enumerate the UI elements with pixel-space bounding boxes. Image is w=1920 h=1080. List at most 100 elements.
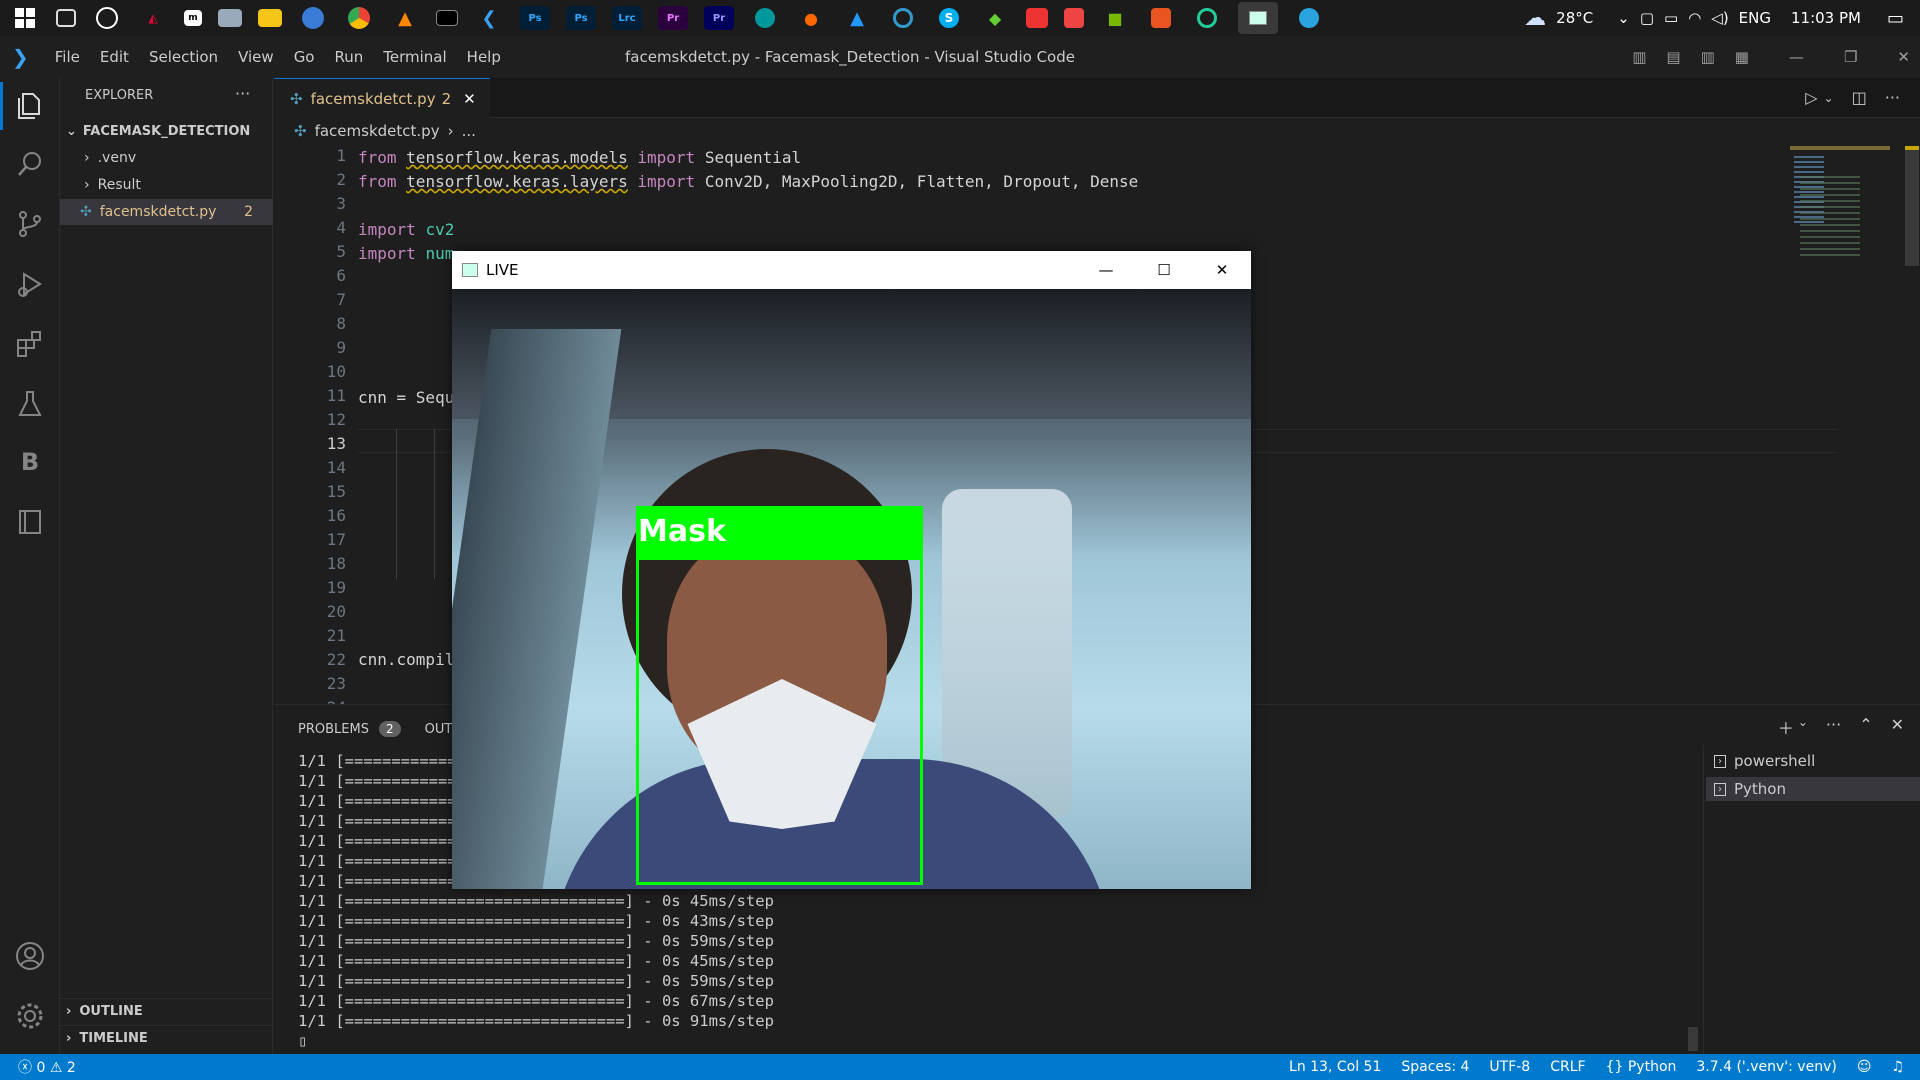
timeline-section[interactable]: › TIMELINE [60, 1025, 273, 1051]
premiere-icon-2[interactable]: Pr [704, 6, 734, 30]
menu-file[interactable]: File [45, 48, 90, 66]
windows-start-icon[interactable] [10, 6, 40, 30]
minimap[interactable] [1790, 146, 1890, 266]
explorer-more-button[interactable]: ··· [235, 84, 250, 103]
split-editor-icon[interactable]: ◫ [1852, 88, 1867, 107]
tab-output[interactable]: OUT [425, 722, 453, 737]
customize-layout-icon[interactable]: ▦ [1735, 48, 1749, 66]
extensions-icon[interactable] [14, 328, 46, 360]
live-minimize-icon[interactable]: — [1077, 261, 1135, 279]
weather-icon[interactable]: ☁ [1524, 6, 1546, 31]
media-player-icon[interactable] [92, 6, 122, 30]
problems-status[interactable]: ⓧ 0 ⚠ 2 [8, 1057, 86, 1077]
close-window-icon[interactable]: ✕ [1897, 48, 1910, 66]
terminal-list-item-powershell[interactable]: › powershell [1706, 749, 1920, 773]
tray-device-icon[interactable]: ▢ [1640, 9, 1654, 27]
volume-icon[interactable]: ◁) [1711, 9, 1728, 27]
cursor-position[interactable]: Ln 13, Col 51 [1279, 1059, 1391, 1075]
vscode-taskbar-icon[interactable]: ❮ [474, 6, 504, 30]
photoshop-icon[interactable]: Ps [520, 6, 550, 30]
terminal-scrollbar[interactable] [1688, 1027, 1698, 1051]
tree-item-facemskdetct[interactable]: ✣ facemskdetct.py 2 [60, 199, 273, 225]
restore-window-icon[interactable]: ❐ [1844, 48, 1857, 66]
skype-icon[interactable]: S [934, 6, 964, 30]
breadcrumb-more[interactable]: ... [462, 122, 476, 140]
workspace-folder[interactable]: ⌄ FACEMASK_DETECTION [60, 118, 273, 144]
weather-temp[interactable]: 28°C [1556, 9, 1593, 27]
close-tab-icon[interactable]: ✕ [463, 90, 476, 108]
anydesk-icon[interactable] [1026, 8, 1048, 28]
toggle-primary-sidebar-icon[interactable]: ▥ [1632, 48, 1646, 66]
live-window-taskbar-icon[interactable] [1238, 2, 1278, 34]
code-line-2[interactable]: from tensorflow.keras.layers import Conv… [358, 170, 1138, 194]
lightroom-icon[interactable]: Lrc [612, 6, 642, 30]
editor-more-actions-icon[interactable]: ··· [1885, 88, 1900, 107]
photos-icon[interactable] [218, 9, 242, 27]
language-mode[interactable]: {} Python [1596, 1059, 1687, 1075]
search-icon[interactable] [14, 148, 46, 180]
feedback-icon[interactable]: ☺ [1847, 1059, 1882, 1075]
menu-view[interactable]: View [228, 48, 284, 66]
accounts-icon[interactable] [14, 940, 46, 972]
code-line-11[interactable]: cnn = Sequ [358, 386, 454, 410]
menu-help[interactable]: Help [457, 48, 511, 66]
run-file-icon[interactable]: ▷ [1805, 88, 1817, 107]
tab-facemskdetct[interactable]: ✣ facemskdetct.py 2 ✕ [274, 78, 490, 118]
live-close-icon[interactable]: ✕ [1193, 261, 1251, 279]
menu-selection[interactable]: Selection [139, 48, 228, 66]
toggle-panel-icon[interactable]: ▤ [1666, 48, 1680, 66]
app-green-circle-icon[interactable] [1192, 6, 1222, 30]
app-terminal-icon[interactable]: m [184, 10, 202, 26]
arduino-icon[interactable] [750, 6, 780, 30]
clock[interactable]: 11:03 PM [1791, 9, 1861, 27]
terminal-window-icon[interactable] [436, 10, 458, 26]
notebook-icon[interactable] [14, 506, 46, 538]
app-leaf-icon[interactable]: ◆ [980, 6, 1010, 30]
testing-flask-icon[interactable] [14, 388, 46, 420]
code-line-4[interactable]: import cv2 [358, 218, 454, 242]
panel-more-icon[interactable]: ··· [1826, 715, 1841, 739]
explorer-icon[interactable] [14, 90, 46, 122]
notifications-bell-icon[interactable]: ♫ [1881, 1059, 1914, 1075]
app-blue-triangle-icon[interactable]: ▲ [842, 6, 872, 30]
menu-go[interactable]: Go [284, 48, 325, 66]
code-line-1[interactable]: from tensorflow.keras.models import Sequ… [358, 146, 801, 170]
microphone-icon[interactable]: ● [796, 6, 826, 30]
live-maximize-icon[interactable]: ☐ [1135, 261, 1193, 279]
python-interpreter[interactable]: 3.7.4 ('.venv': venv) [1686, 1059, 1846, 1075]
firefox-icon[interactable] [298, 6, 328, 30]
source-control-icon[interactable] [14, 208, 46, 240]
menu-edit[interactable]: Edit [90, 48, 139, 66]
photoshop-icon-2[interactable]: Ps [566, 6, 596, 30]
minimize-window-icon[interactable]: — [1789, 48, 1804, 66]
indentation[interactable]: Spaces: 4 [1391, 1059, 1479, 1075]
breadcrumb-file[interactable]: facemskdetct.py [315, 122, 440, 140]
ubuntu-icon[interactable] [1146, 6, 1176, 30]
menu-run[interactable]: Run [325, 48, 374, 66]
battery-icon[interactable]: ▭ [1664, 9, 1678, 27]
menu-terminal[interactable]: Terminal [373, 48, 456, 66]
terminal-list-item-python[interactable]: › Python [1706, 777, 1920, 801]
run-debug-icon[interactable] [14, 268, 46, 300]
run-dropdown-chevron-icon[interactable]: ⌄ [1824, 91, 1834, 105]
terminal-cursor[interactable]: ▯ [298, 1031, 307, 1051]
edge-icon[interactable] [888, 6, 918, 30]
nvidia-icon[interactable]: ■ [1100, 6, 1130, 30]
code-line-22[interactable]: cnn.compil [358, 648, 454, 672]
wifi-icon[interactable]: ◠ [1688, 9, 1701, 27]
language-indicator[interactable]: ENG [1739, 9, 1771, 27]
chrome-icon[interactable] [344, 6, 374, 30]
tree-item-venv[interactable]: › .venv [60, 145, 273, 171]
telegram-icon[interactable] [1294, 6, 1324, 30]
task-view-icon[interactable] [56, 9, 76, 27]
tray-chevron-icon[interactable]: ⌄ [1617, 9, 1630, 27]
toggle-secondary-sidebar-icon[interactable]: ▥ [1701, 48, 1715, 66]
b-extension-icon[interactable]: B [14, 448, 46, 480]
file-explorer-icon[interactable] [258, 9, 282, 27]
tab-problems[interactable]: PROBLEMS [298, 722, 369, 737]
vlc-icon[interactable]: ▲ [390, 6, 420, 30]
live-window[interactable]: LIVE — ☐ ✕ Mask [452, 251, 1251, 889]
encoding[interactable]: UTF-8 [1479, 1059, 1540, 1075]
editor-scrollbar[interactable] [1905, 146, 1919, 266]
line-endings[interactable]: CRLF [1540, 1059, 1595, 1075]
